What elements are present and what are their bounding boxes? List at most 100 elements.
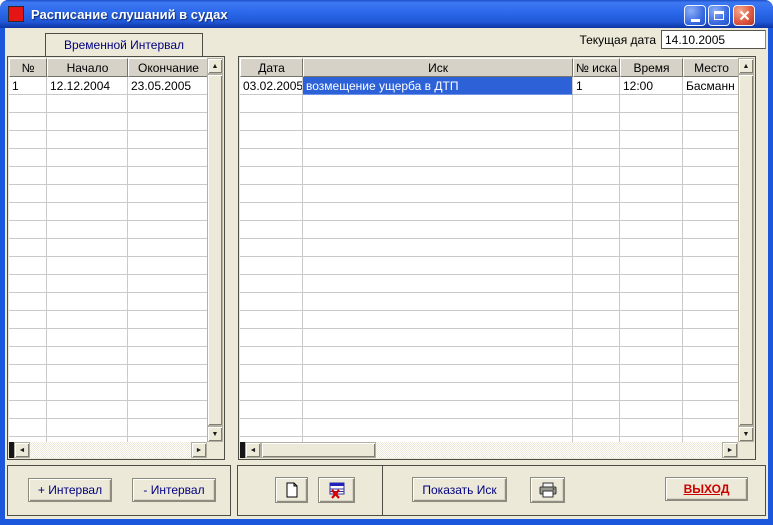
scroll-thumb[interactable] bbox=[261, 442, 376, 458]
empty-cell[interactable] bbox=[128, 167, 207, 185]
table-row-selected[interactable]: 03.02.2005 возмещение ущерба в ДТП 1 12:… bbox=[240, 77, 738, 95]
empty-cell[interactable] bbox=[9, 113, 47, 131]
empty-cell[interactable] bbox=[573, 293, 620, 311]
empty-cell[interactable] bbox=[128, 185, 207, 203]
scroll-up-button[interactable]: ▲ bbox=[207, 58, 223, 74]
show-claim-button[interactable]: Показать Иск bbox=[412, 477, 507, 502]
empty-cell[interactable] bbox=[9, 95, 47, 113]
empty-cell[interactable] bbox=[9, 239, 47, 257]
empty-cell[interactable] bbox=[47, 419, 128, 437]
empty-cell[interactable] bbox=[573, 275, 620, 293]
cell-time[interactable]: 12:00 bbox=[620, 77, 683, 95]
maximize-button[interactable] bbox=[708, 5, 730, 26]
scroll-up-button[interactable]: ▲ bbox=[738, 58, 754, 74]
titlebar[interactable]: Расписание слушаний в судах bbox=[0, 0, 773, 28]
empty-cell[interactable] bbox=[128, 149, 207, 167]
empty-cell[interactable] bbox=[573, 95, 620, 113]
empty-cell[interactable] bbox=[620, 167, 683, 185]
table-row-empty[interactable] bbox=[240, 131, 738, 149]
empty-cell[interactable] bbox=[128, 401, 207, 419]
empty-cell[interactable] bbox=[303, 257, 573, 275]
empty-cell[interactable] bbox=[9, 257, 47, 275]
empty-cell[interactable] bbox=[620, 311, 683, 329]
table-row-empty[interactable] bbox=[240, 185, 738, 203]
empty-cell[interactable] bbox=[47, 203, 128, 221]
cell-number[interactable]: 1 bbox=[9, 77, 47, 95]
minimize-button[interactable] bbox=[684, 5, 706, 26]
scroll-down-button[interactable]: ▼ bbox=[738, 426, 754, 442]
table-row-empty[interactable] bbox=[240, 293, 738, 311]
table-row-empty[interactable] bbox=[240, 419, 738, 437]
table-row-empty[interactable] bbox=[240, 149, 738, 167]
empty-cell[interactable] bbox=[683, 167, 738, 185]
delete-record-button[interactable] bbox=[318, 477, 355, 503]
empty-cell[interactable] bbox=[9, 329, 47, 347]
table-row-empty[interactable] bbox=[9, 167, 207, 185]
empty-cell[interactable] bbox=[9, 365, 47, 383]
empty-cell[interactable] bbox=[683, 203, 738, 221]
current-date-input[interactable] bbox=[661, 30, 766, 49]
cell-claim-number[interactable]: 1 bbox=[573, 77, 620, 95]
empty-cell[interactable] bbox=[240, 203, 303, 221]
empty-cell[interactable] bbox=[620, 113, 683, 131]
table-row-empty[interactable] bbox=[9, 401, 207, 419]
table-row-empty[interactable] bbox=[9, 239, 207, 257]
empty-cell[interactable] bbox=[240, 95, 303, 113]
empty-cell[interactable] bbox=[573, 113, 620, 131]
add-interval-button[interactable]: + Интервал bbox=[28, 478, 112, 502]
empty-cell[interactable] bbox=[573, 383, 620, 401]
empty-cell[interactable] bbox=[303, 239, 573, 257]
table-row-empty[interactable] bbox=[240, 401, 738, 419]
table-row-empty[interactable] bbox=[9, 347, 207, 365]
empty-cell[interactable] bbox=[303, 221, 573, 239]
empty-cell[interactable] bbox=[128, 239, 207, 257]
empty-cell[interactable] bbox=[573, 131, 620, 149]
empty-cell[interactable] bbox=[240, 419, 303, 437]
empty-cell[interactable] bbox=[47, 131, 128, 149]
empty-cell[interactable] bbox=[303, 347, 573, 365]
empty-cell[interactable] bbox=[683, 95, 738, 113]
scrollbar-track[interactable] bbox=[376, 442, 722, 458]
empty-cell[interactable] bbox=[573, 257, 620, 275]
empty-cell[interactable] bbox=[620, 95, 683, 113]
empty-cell[interactable] bbox=[683, 347, 738, 365]
empty-cell[interactable] bbox=[128, 113, 207, 131]
cell-place[interactable]: Басманн bbox=[683, 77, 738, 95]
empty-cell[interactable] bbox=[128, 275, 207, 293]
empty-cell[interactable] bbox=[303, 149, 573, 167]
empty-cell[interactable] bbox=[9, 203, 47, 221]
table-row-empty[interactable] bbox=[240, 167, 738, 185]
empty-cell[interactable] bbox=[683, 329, 738, 347]
empty-cell[interactable] bbox=[47, 113, 128, 131]
empty-cell[interactable] bbox=[47, 185, 128, 203]
table-row-empty[interactable] bbox=[240, 239, 738, 257]
empty-cell[interactable] bbox=[240, 131, 303, 149]
empty-cell[interactable] bbox=[47, 401, 128, 419]
empty-cell[interactable] bbox=[620, 131, 683, 149]
empty-cell[interactable] bbox=[128, 257, 207, 275]
empty-cell[interactable] bbox=[240, 275, 303, 293]
empty-cell[interactable] bbox=[240, 239, 303, 257]
empty-cell[interactable] bbox=[683, 419, 738, 437]
empty-cell[interactable] bbox=[47, 221, 128, 239]
empty-cell[interactable] bbox=[240, 167, 303, 185]
empty-cell[interactable] bbox=[620, 401, 683, 419]
horizontal-scrollbar[interactable]: ◄ ► bbox=[240, 442, 738, 458]
table-row-empty[interactable] bbox=[9, 419, 207, 437]
empty-cell[interactable] bbox=[9, 401, 47, 419]
table-row-empty[interactable] bbox=[9, 149, 207, 167]
empty-cell[interactable] bbox=[9, 221, 47, 239]
empty-cell[interactable] bbox=[620, 347, 683, 365]
table-row-empty[interactable] bbox=[240, 221, 738, 239]
empty-cell[interactable] bbox=[620, 149, 683, 167]
empty-cell[interactable] bbox=[303, 185, 573, 203]
empty-cell[interactable] bbox=[303, 365, 573, 383]
empty-cell[interactable] bbox=[303, 275, 573, 293]
empty-cell[interactable] bbox=[683, 275, 738, 293]
new-record-button[interactable] bbox=[275, 477, 308, 503]
empty-cell[interactable] bbox=[573, 365, 620, 383]
table-row-empty[interactable] bbox=[240, 257, 738, 275]
table-row-empty[interactable] bbox=[240, 113, 738, 131]
vertical-scrollbar[interactable]: ▲ ▼ bbox=[207, 58, 223, 442]
table-row-empty[interactable] bbox=[9, 257, 207, 275]
